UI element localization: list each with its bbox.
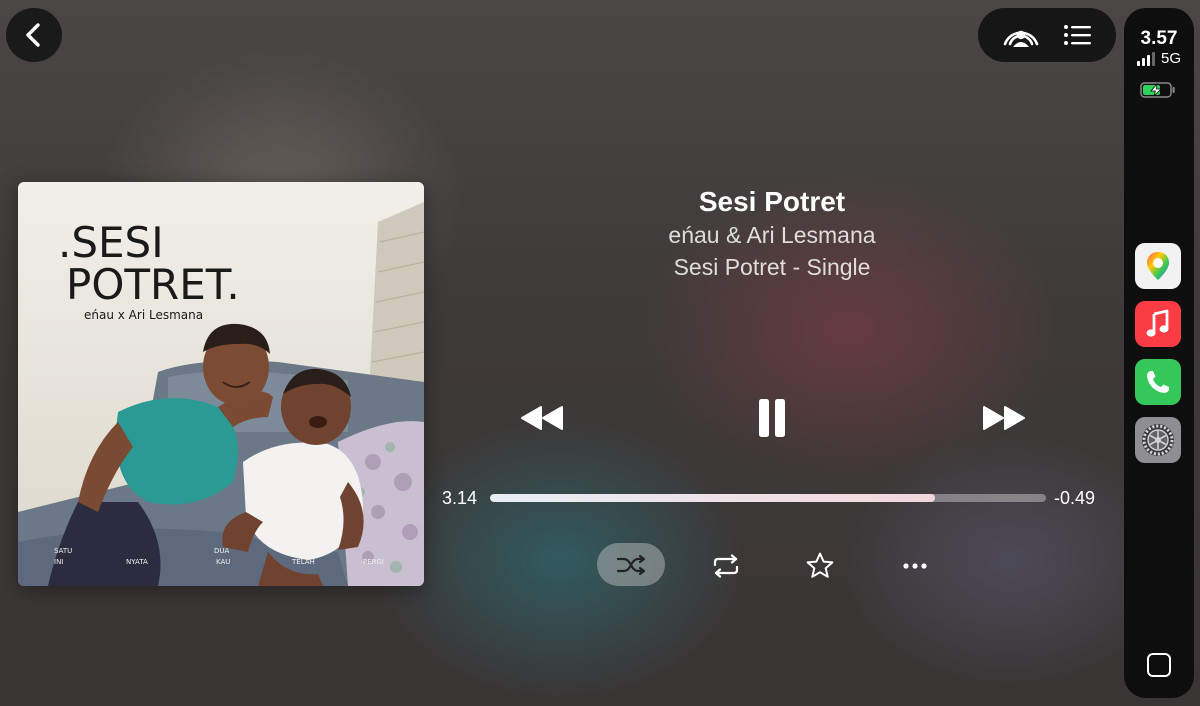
- progress-fill: [490, 494, 935, 502]
- rewind-button[interactable]: [516, 398, 568, 438]
- home-button[interactable]: [1147, 653, 1171, 677]
- tracklist-word: SATU: [54, 547, 72, 555]
- music-app-icon[interactable]: [1135, 301, 1181, 347]
- fast-forward-button[interactable]: [978, 398, 1030, 438]
- pause-button[interactable]: [748, 396, 796, 440]
- tracklist-word: KAU: [216, 558, 230, 566]
- tracklist-word: TELAH: [291, 558, 315, 566]
- more-icon: [902, 562, 928, 570]
- airplay-icon[interactable]: [1001, 20, 1041, 50]
- progress-scrubber[interactable]: [490, 494, 1046, 502]
- favorite-button[interactable]: [800, 548, 840, 584]
- remaining-time: -0.49: [1054, 488, 1096, 508]
- fast-forward-icon: [981, 404, 1027, 432]
- track-artist[interactable]: eńau & Ari Lesmana: [440, 222, 1104, 249]
- top-actions-pill: [978, 8, 1116, 62]
- tracklist-word: PERGI: [363, 558, 384, 566]
- repeat-button[interactable]: [704, 548, 748, 584]
- battery-icon: [1140, 82, 1176, 98]
- network-type: 5G: [1160, 50, 1181, 67]
- tracklist-word: DUA: [214, 547, 230, 555]
- more-button[interactable]: [894, 550, 936, 582]
- album-art-credit: eńau x Ari Lesmana: [84, 308, 203, 322]
- tracklist-word: NYATA: [126, 558, 148, 566]
- list-icon[interactable]: [1063, 23, 1093, 47]
- track-title: Sesi Potret: [698, 186, 846, 217]
- shuffle-button[interactable]: [597, 543, 665, 586]
- back-button[interactable]: [6, 8, 62, 62]
- rewind-icon: [519, 404, 565, 432]
- status-time: 3.57: [1140, 28, 1178, 49]
- signal-status: 5G: [1124, 50, 1194, 67]
- tracklist-word: INI: [54, 558, 63, 566]
- track-album[interactable]: Sesi Potret - Single: [440, 254, 1104, 281]
- album-artwork: .SESI POTRET. eńau x Ari Lesmana SATU IN…: [18, 182, 424, 586]
- side-dock: 3.57 5G: [1124, 8, 1194, 698]
- star-icon: [805, 551, 835, 581]
- elapsed-time: 3.14: [442, 488, 478, 508]
- phone-app-icon[interactable]: [1135, 359, 1181, 405]
- maps-app-icon[interactable]: [1135, 243, 1181, 289]
- chevron-left-icon: [23, 22, 45, 48]
- repeat-icon: [711, 554, 741, 578]
- signal-bars-icon: [1136, 52, 1155, 66]
- pause-icon: [755, 398, 789, 438]
- settings-app-icon[interactable]: [1135, 417, 1181, 463]
- album-art-title-line2: POTRET.: [66, 260, 240, 309]
- shuffle-icon: [616, 554, 646, 576]
